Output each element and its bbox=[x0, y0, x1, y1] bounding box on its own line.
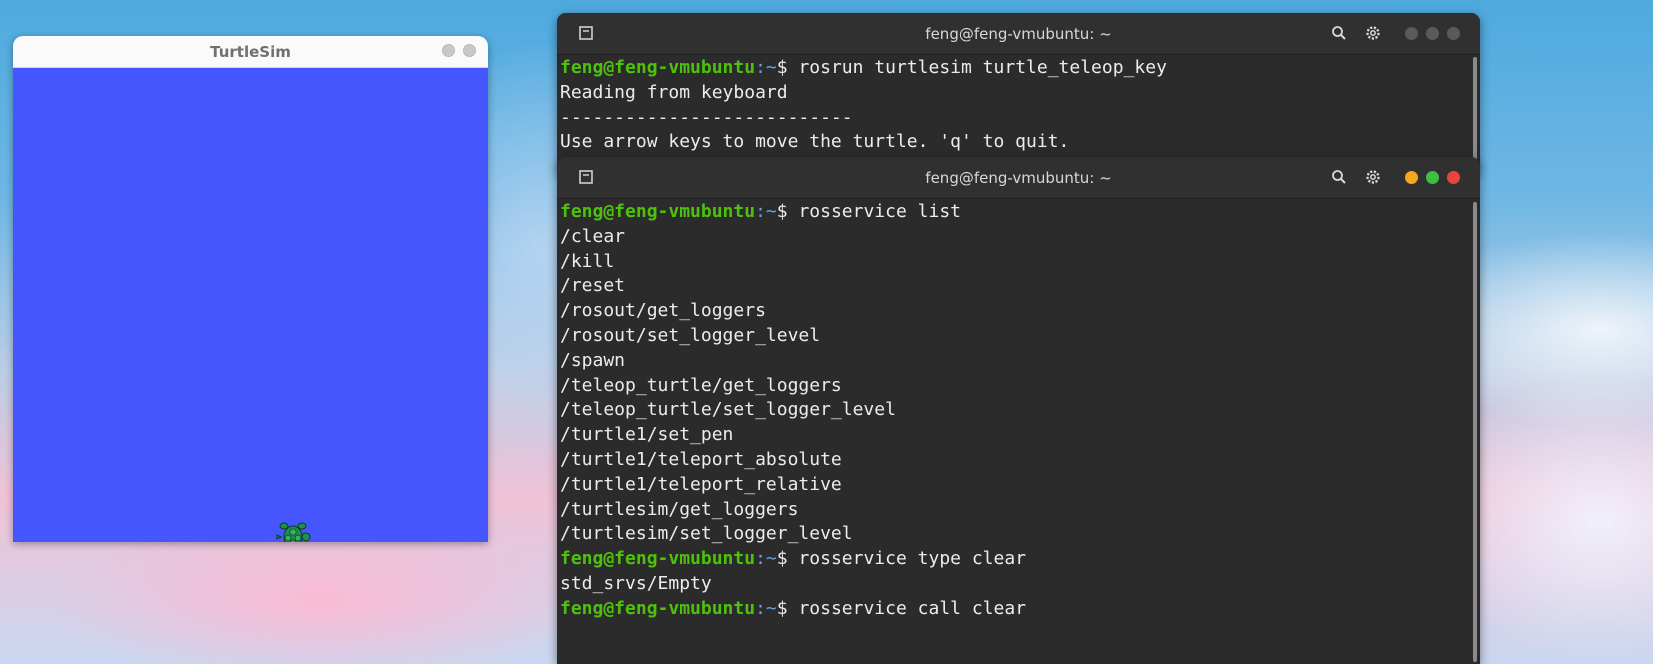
scrollbar[interactable] bbox=[1473, 57, 1477, 167]
maximize-button[interactable] bbox=[1426, 27, 1439, 40]
gear-icon[interactable] bbox=[1364, 24, 1382, 42]
prompt-user: feng@feng-vmubuntu bbox=[560, 597, 756, 619]
terminal-title: feng@feng-vmubuntu: ~ bbox=[925, 168, 1112, 187]
terminal-line: /spawn bbox=[560, 349, 626, 371]
search-icon[interactable] bbox=[1331, 25, 1347, 41]
terminal-window-front[interactable]: feng@feng-vmubuntu: ~ feng@feng-vmubuntu… bbox=[557, 157, 1480, 664]
terminal-line: feng@feng-vmubuntu:~$ rosservice list bbox=[560, 200, 1480, 225]
terminal-line: /rosout/get_loggers bbox=[560, 300, 766, 322]
prompt-user: feng@feng-vmubuntu bbox=[560, 201, 756, 222]
prompt-path: :~ bbox=[755, 548, 777, 570]
terminal-line: /reset bbox=[560, 275, 626, 297]
prompt-symbol: $ bbox=[776, 548, 799, 570]
terminal-line: --------------------------- bbox=[560, 106, 853, 128]
prompt-path: :~ bbox=[755, 57, 777, 78]
new-tab-icon[interactable] bbox=[579, 170, 593, 184]
terminal-line: Use arrow keys to move the turtle. 'q' t… bbox=[560, 131, 1070, 153]
terminal-output[interactable]: feng@feng-vmubuntu:~$ rosrun turtlesim t… bbox=[557, 55, 1480, 155]
command-text: rosservice list bbox=[798, 201, 962, 222]
prompt-user: feng@feng-vmubuntu bbox=[560, 548, 756, 570]
terminal-line: /teleop_turtle/get_loggers bbox=[560, 374, 842, 396]
prompt-symbol: $ bbox=[776, 201, 799, 222]
terminal-line: /turtle1/teleport_absolute bbox=[560, 448, 842, 470]
terminal-line: std_srvs/Empty bbox=[560, 572, 712, 594]
terminal-title: feng@feng-vmubuntu: ~ bbox=[925, 24, 1112, 43]
terminal-line: /turtle1/teleport_relative bbox=[560, 473, 842, 495]
scrollbar[interactable] bbox=[1473, 202, 1477, 662]
terminal-header[interactable]: feng@feng-vmubuntu: ~ bbox=[557, 13, 1480, 55]
terminal-output[interactable]: feng@feng-vmubuntu:~$ rosservice list/cl… bbox=[557, 199, 1480, 622]
terminal-line: /teleop_turtle/set_logger_level bbox=[560, 399, 896, 421]
terminal-header[interactable]: feng@feng-vmubuntu: ~ bbox=[557, 157, 1480, 199]
close-button[interactable] bbox=[463, 44, 476, 57]
turtlesim-canvas bbox=[13, 67, 488, 542]
terminal-line: feng@feng-vmubuntu:~$ rosservice type cl… bbox=[560, 547, 1480, 572]
new-tab-icon[interactable] bbox=[579, 26, 593, 40]
command-text: rosservice type clear bbox=[798, 548, 1027, 570]
turtlesim-titlebar[interactable]: TurtleSim bbox=[13, 36, 488, 68]
prompt-symbol: $ bbox=[776, 597, 799, 619]
terminal-line: /kill bbox=[560, 250, 615, 272]
terminal-window-back[interactable]: feng@feng-vmubuntu: ~ feng@feng-vmubuntu… bbox=[557, 13, 1480, 173]
turtlesim-title: TurtleSim bbox=[210, 42, 291, 61]
maximize-button[interactable] bbox=[1426, 171, 1439, 184]
prompt-user: feng@feng-vmubuntu bbox=[560, 57, 756, 78]
prompt-path: :~ bbox=[755, 597, 777, 619]
gear-icon[interactable] bbox=[1364, 168, 1382, 186]
terminal-line: /turtlesim/set_logger_level bbox=[560, 523, 853, 545]
command-text: rosservice call clear bbox=[798, 597, 1027, 619]
turtlesim-window[interactable]: TurtleSim bbox=[13, 36, 488, 542]
terminal-line: feng@feng-vmubuntu:~$ rosservice call cl… bbox=[560, 597, 1480, 622]
minimize-button[interactable] bbox=[1405, 171, 1418, 184]
terminal-line: /rosout/set_logger_level bbox=[560, 324, 821, 346]
prompt-path: :~ bbox=[755, 201, 777, 222]
minimize-button[interactable] bbox=[1405, 27, 1418, 40]
terminal-line: /turtle1/set_pen bbox=[560, 424, 734, 446]
prompt-symbol: $ bbox=[776, 57, 799, 78]
terminal-line: /turtlesim/get_loggers bbox=[560, 498, 799, 520]
terminal-line: feng@feng-vmubuntu:~$ rosrun turtlesim t… bbox=[560, 56, 1480, 81]
terminal-line: Reading from keyboard bbox=[560, 81, 788, 103]
minimize-button[interactable] bbox=[442, 44, 455, 57]
close-button[interactable] bbox=[1447, 27, 1460, 40]
close-button[interactable] bbox=[1447, 171, 1460, 184]
search-icon[interactable] bbox=[1331, 169, 1347, 185]
terminal-line: /clear bbox=[560, 225, 626, 247]
command-text: rosrun turtlesim turtle_teleop_key bbox=[798, 57, 1167, 78]
turtle-icon bbox=[276, 522, 311, 542]
